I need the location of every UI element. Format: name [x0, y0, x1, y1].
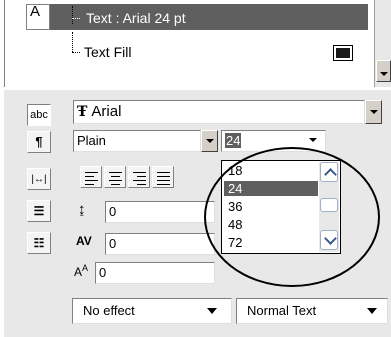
arrow-down-icon [367, 308, 377, 314]
text-effect-value: No effect [83, 303, 135, 318]
font-family-field[interactable]: Ŧ Arial [73, 100, 365, 124]
font-style-field[interactable]: Plain [73, 130, 201, 152]
tree-connector [72, 6, 73, 24]
arrow-down-icon [207, 308, 217, 314]
align-center-button[interactable] [104, 166, 126, 188]
list-button[interactable]: ☷ [27, 232, 51, 254]
font-family-value: Arial [91, 103, 122, 120]
align-right-button[interactable] [128, 166, 150, 188]
leading-field[interactable]: 0 [105, 201, 215, 223]
arrow-down-icon [206, 139, 214, 143]
text-layer-icon: A [26, 4, 50, 30]
font-size-value: 24 [225, 133, 242, 148]
text-type-dropdown[interactable]: Normal Text [236, 298, 388, 324]
tree-connector [72, 52, 80, 53]
paragraph-button[interactable]: ¶ [27, 131, 51, 153]
font-style-dropdown-button[interactable] [201, 130, 218, 152]
scroll-down-button[interactable] [376, 60, 391, 82]
tracking-icon: AV [76, 234, 92, 248]
kerning-button[interactable]: |↔| [27, 168, 51, 190]
text-fill-label[interactable]: Text Fill [84, 44, 131, 60]
truetype-icon: Ŧ [77, 104, 88, 120]
abc-button[interactable]: abc [27, 104, 51, 126]
highlight-circle [204, 147, 380, 287]
layer-row-text[interactable] [30, 4, 368, 30]
align-justify-button[interactable] [152, 166, 174, 188]
columns-icon: ☰ [33, 204, 45, 218]
list-icon: ☷ [33, 236, 45, 250]
text-effect-dropdown[interactable]: No effect [72, 298, 232, 324]
columns-button[interactable]: ☰ [27, 200, 51, 222]
kerning-icon: |↔| [31, 174, 47, 185]
arrow-down-icon [370, 110, 378, 114]
tree-scrollbar[interactable] [374, 0, 391, 87]
fill-color-swatch[interactable] [333, 45, 353, 61]
tree-connector [72, 18, 80, 19]
tracking-field[interactable]: 0 [105, 233, 215, 255]
align-left-button[interactable] [80, 166, 102, 188]
arrow-down-icon [309, 138, 317, 142]
arrow-down-icon [380, 72, 388, 76]
text-type-value: Normal Text [247, 303, 317, 318]
baseline-shift-field[interactable]: 0 [95, 262, 215, 284]
baseline-shift-icon: AA [74, 263, 89, 279]
paragraph-icon: ¶ [35, 134, 43, 149]
tree-connector [72, 32, 73, 52]
text-layer-label: Text : Arial 24 pt [86, 10, 186, 26]
font-family-dropdown-button[interactable] [365, 100, 382, 124]
fill-color [336, 48, 350, 58]
leading-icon: ↨ [78, 201, 86, 218]
